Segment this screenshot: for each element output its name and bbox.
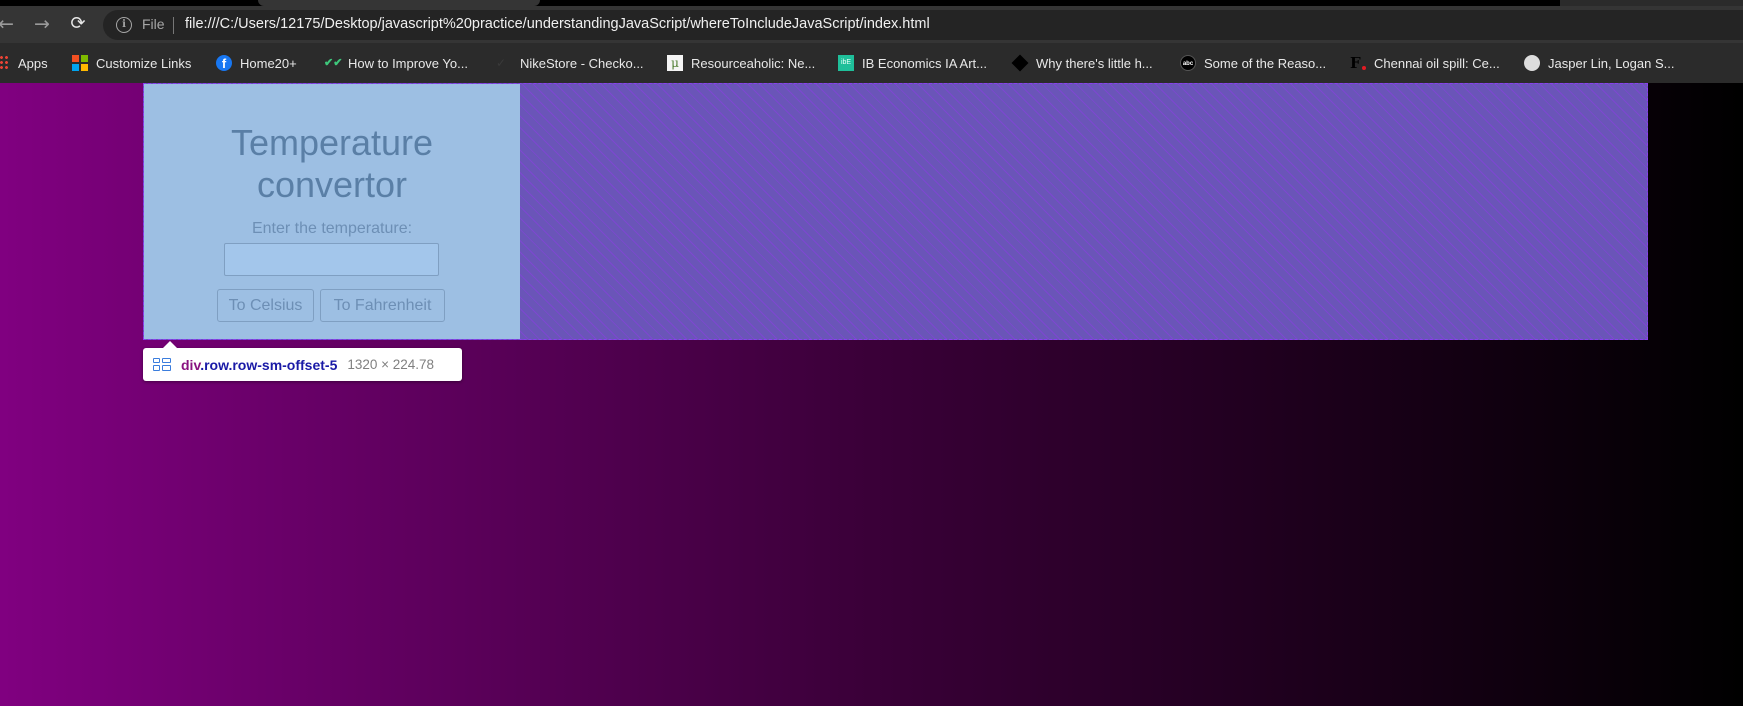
bookmark-label: Customize Links [96,55,192,71]
scheme-label: File [142,16,165,32]
element-dimensions: 1320 × 224.78 [347,357,435,372]
devtools-element-tooltip: div.row.row-sm-offset-5 1320 × 224.78 [143,341,462,381]
bookmark-why-theres-little[interactable]: Why there's little h... [1011,54,1153,72]
diamond-icon [1011,54,1029,72]
bookmark-label: Chennai oil spill: Ce... [1374,55,1500,71]
to-fahrenheit-button[interactable]: To Fahrenheit [320,289,445,322]
bookmark-label: How to Improve Yo... [348,55,468,71]
title-line-1: Temperature [230,122,434,163]
inspected-element-highlight: Temperature convertor Enter the temperat… [143,83,1648,340]
forward-arrow-icon[interactable]: → [28,10,56,38]
bookmark-label: Jasper Lin, Logan S... [1548,55,1675,71]
element-tag: div [181,356,201,373]
bookmark-label: Why there's little h... [1036,55,1153,71]
bookmark-nikestore[interactable]: ✓ NikeStore - Checko... [496,54,644,72]
facebook-icon: f [216,55,232,71]
temperature-input[interactable] [224,243,439,276]
address-bar[interactable]: i File file:///C:/Users/12175/Desktop/ja… [103,10,1743,40]
bookmarks-bar: Apps Customize Links f Home20+ ✔✔ How to… [0,43,1743,83]
bookmark-label: Resourceaholic: Ne... [691,55,816,71]
microsoft-logo-icon [72,55,88,71]
bookmark-label: IB Economics IA Art... [862,55,987,71]
bookmark-home20[interactable]: f Home20+ [216,54,297,72]
bookmark-label: Home20+ [240,55,297,71]
to-celsius-button[interactable]: To Celsius [217,289,314,322]
back-arrow-icon[interactable]: ← [0,10,20,38]
title-line-2: convertor [256,164,408,205]
omnibox-divider [173,17,174,34]
info-icon[interactable]: i [116,17,132,33]
bookmark-jasper-lin[interactable]: Jasper Lin, Logan S... [1524,54,1674,72]
mu-icon: μ [667,55,683,71]
bookmark-chennai-oil-spill[interactable]: F Chennai oil spill: Ce... [1350,54,1500,72]
browser-toolbar: ← → ⟳ i File file:///C:/Users/12175/Desk… [0,6,1743,43]
converter-panel: Temperature convertor Enter the temperat… [144,84,520,339]
element-selector: div.row.row-sm-offset-5 [181,357,337,373]
bookmark-label: Some of the Reaso... [1204,55,1327,71]
double-check-icon: ✔✔ [324,57,343,69]
ibe-icon: ibE [838,55,854,71]
bookmark-ib-economics[interactable]: ibE IB Economics IA Art... [838,54,987,72]
element-classes: .row.row-sm-offset-5 [200,356,338,373]
bookmark-how-to-improve[interactable]: ✔✔ How to Improve Yo... [324,54,468,72]
f-logo-icon: F [1350,55,1366,71]
bookmark-label: Apps [18,55,48,71]
grid-layout-icon [153,358,171,371]
page-viewport: Temperature convertor Enter the temperat… [0,83,1743,706]
reload-icon[interactable]: ⟳ [64,10,92,38]
bookmark-label: NikeStore - Checko... [520,55,644,71]
bookmark-resourceaholic[interactable]: μ Resourceaholic: Ne... [667,54,815,72]
bookmark-apps[interactable]: Apps [0,54,48,72]
page-title: Temperature convertor [144,122,520,206]
globe-icon [1524,55,1540,71]
nike-swoosh-icon: ✓ [496,56,507,70]
abc-news-icon: abc [1180,55,1196,71]
apps-grid-icon [0,55,10,71]
temperature-input-label: Enter the temperature: [251,220,413,237]
url-text[interactable]: file:///C:/Users/12175/Desktop/javascrip… [185,16,930,32]
bookmark-customize-links[interactable]: Customize Links [72,54,191,72]
bookmark-some-of-the-reasons[interactable]: abc Some of the Reaso... [1180,54,1326,72]
